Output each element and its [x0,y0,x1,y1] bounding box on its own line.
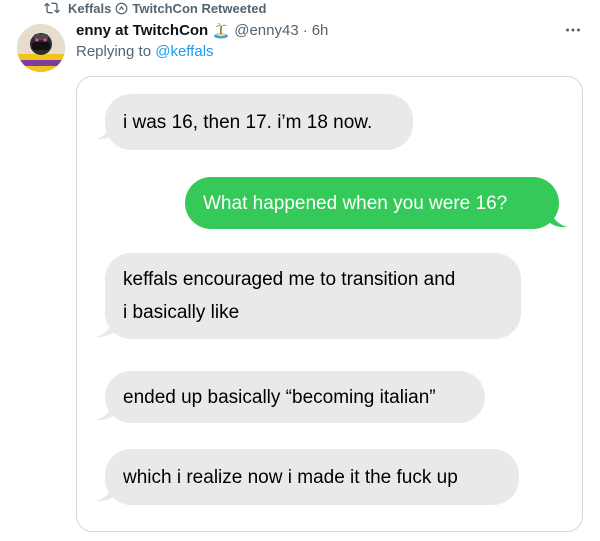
more-options-icon[interactable] [564,21,582,39]
retweet-suffix: TwitchCon Retweeted [132,0,267,16]
user-handle[interactable]: @enny43 [234,22,298,39]
separator-dot: · [302,21,308,39]
tweet-header: enny at TwitchCon @enny43 · 6h [76,19,590,41]
message-bubble: What happened when you were 16? [185,177,559,229]
message-bubble: keffals encouraged me to transition and … [105,253,521,339]
message-bubble: i was 16, then 17. i’m 18 now. [105,94,413,150]
retweet-icon [44,0,60,16]
reply-context: Replying to @keffals [76,43,214,60]
message-text-line: i basically like [123,302,240,323]
avatar[interactable] [17,24,65,72]
reply-mention-link[interactable]: @keffals [155,43,213,60]
message-bubble: which i realize now i made it the fuck u… [105,449,519,505]
retweeter-name[interactable]: Keffals [68,1,111,16]
island-emoji-icon [212,21,230,39]
display-name[interactable]: enny at TwitchCon [76,22,208,39]
message-text: ended up basically “becoming italian” [123,386,436,408]
tweet-media-image[interactable]: i was 16, then 17. i’m 18 now. What happ… [76,76,583,532]
message-text-line: keffals encouraged me to transition and [123,269,456,290]
reply-prefix: Replying to [76,43,152,60]
linked-account-icon [115,2,128,15]
retweet-context[interactable]: Keffals TwitchCon Retweeted [44,0,266,16]
message-text: which i realize now i made it the fuck u… [123,466,458,488]
message-bubble: ended up basically “becoming italian” [105,371,485,423]
timestamp[interactable]: 6h [312,22,329,39]
message-text: What happened when you were 16? [203,192,508,214]
message-text: i was 16, then 17. i’m 18 now. [123,111,373,133]
